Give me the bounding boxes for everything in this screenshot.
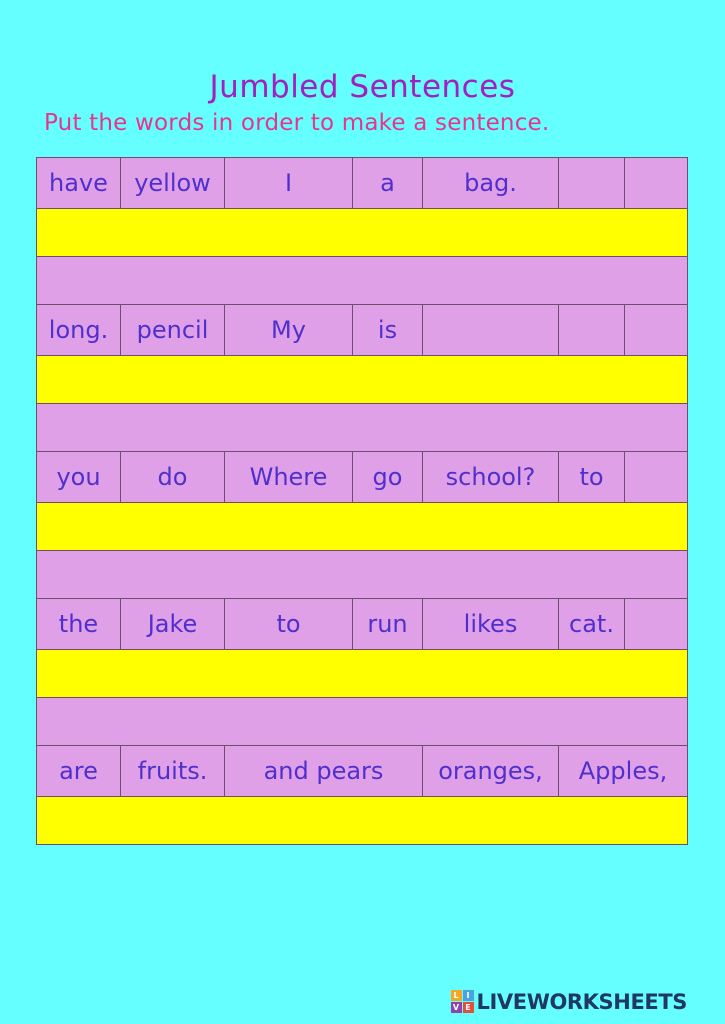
word-cell[interactable]: oranges, (422, 745, 559, 797)
jumbled-sentences-table: have yellow I a bag. long. pencil My is (36, 157, 688, 845)
word-cell[interactable]: have (36, 157, 121, 209)
word-cell[interactable]: to (224, 598, 353, 650)
answer-row-1[interactable] (36, 208, 688, 257)
logo-wordmark: LIVEWORKSHEETS (476, 990, 688, 1014)
word-cell[interactable]: cat. (558, 598, 625, 650)
word-cell-empty[interactable] (624, 157, 688, 209)
answer-row-3[interactable] (36, 502, 688, 551)
answer-input[interactable] (36, 208, 688, 257)
word-cell[interactable]: you (36, 451, 121, 503)
word-cell[interactable]: run (352, 598, 423, 650)
word-cell[interactable]: yellow (120, 157, 225, 209)
spacer-row-1 (36, 256, 688, 305)
word-cell[interactable]: the (36, 598, 121, 650)
word-row-5: are fruits. and pears oranges, Apples, (36, 745, 688, 797)
table-body: have yellow I a bag. long. pencil My is (36, 157, 688, 845)
word-cell[interactable]: Jake (120, 598, 225, 650)
word-cell[interactable]: are (36, 745, 121, 797)
spacer-row-3 (36, 550, 688, 599)
word-cell[interactable]: do (120, 451, 225, 503)
instruction-text: Put the words in order to make a sentenc… (44, 110, 550, 136)
word-cell[interactable]: bag. (422, 157, 559, 209)
answer-input[interactable] (36, 649, 688, 698)
word-cell[interactable]: is (352, 304, 423, 356)
logo-letter-v: V (450, 1002, 462, 1013)
liveworksheets-logo: L I V E LIVEWORKSHEETS (450, 990, 688, 1014)
spacer-cell (36, 550, 688, 599)
spacer-cell (36, 697, 688, 746)
answer-row-4[interactable] (36, 649, 688, 698)
word-cell[interactable]: a (352, 157, 423, 209)
word-cell[interactable]: go (352, 451, 423, 503)
word-cell[interactable]: school? (422, 451, 559, 503)
liveworksheets-logo-icon: L I V E (450, 990, 474, 1013)
answer-row-5[interactable] (36, 796, 688, 845)
logo-letter-i: I (462, 990, 474, 1001)
word-cell[interactable]: Apples, (558, 745, 688, 797)
logo-letter-e: E (462, 1002, 474, 1013)
word-row-4: the Jake to run likes cat. (36, 598, 688, 650)
word-cell-empty[interactable] (624, 304, 688, 356)
word-cell[interactable]: pencil (120, 304, 225, 356)
spacer-cell (36, 403, 688, 452)
answer-input[interactable] (36, 796, 688, 845)
word-cell[interactable]: likes (422, 598, 559, 650)
spacer-row-4 (36, 697, 688, 746)
spacer-cell (36, 256, 688, 305)
word-row-2: long. pencil My is (36, 304, 688, 356)
logo-letter-l: L (450, 990, 462, 1001)
word-cell[interactable]: and pears (224, 745, 423, 797)
word-cell-empty[interactable] (422, 304, 559, 356)
spacer-row-2 (36, 403, 688, 452)
answer-row-2[interactable] (36, 355, 688, 404)
word-cell[interactable]: I (224, 157, 353, 209)
word-row-1: have yellow I a bag. (36, 157, 688, 209)
worksheet-page: Jumbled Sentences Put the words in order… (0, 0, 725, 1024)
word-cell-empty[interactable] (624, 451, 688, 503)
word-row-3: you do Where go school? to (36, 451, 688, 503)
word-cell[interactable]: to (558, 451, 625, 503)
word-cell-empty[interactable] (558, 304, 625, 356)
word-cell-empty[interactable] (558, 157, 625, 209)
answer-input[interactable] (36, 502, 688, 551)
answer-input[interactable] (36, 355, 688, 404)
word-cell[interactable]: fruits. (120, 745, 225, 797)
word-cell[interactable]: Where (224, 451, 353, 503)
word-cell[interactable]: long. (36, 304, 121, 356)
word-cell[interactable]: My (224, 304, 353, 356)
word-cell-empty[interactable] (624, 598, 688, 650)
page-title: Jumbled Sentences (209, 68, 516, 105)
